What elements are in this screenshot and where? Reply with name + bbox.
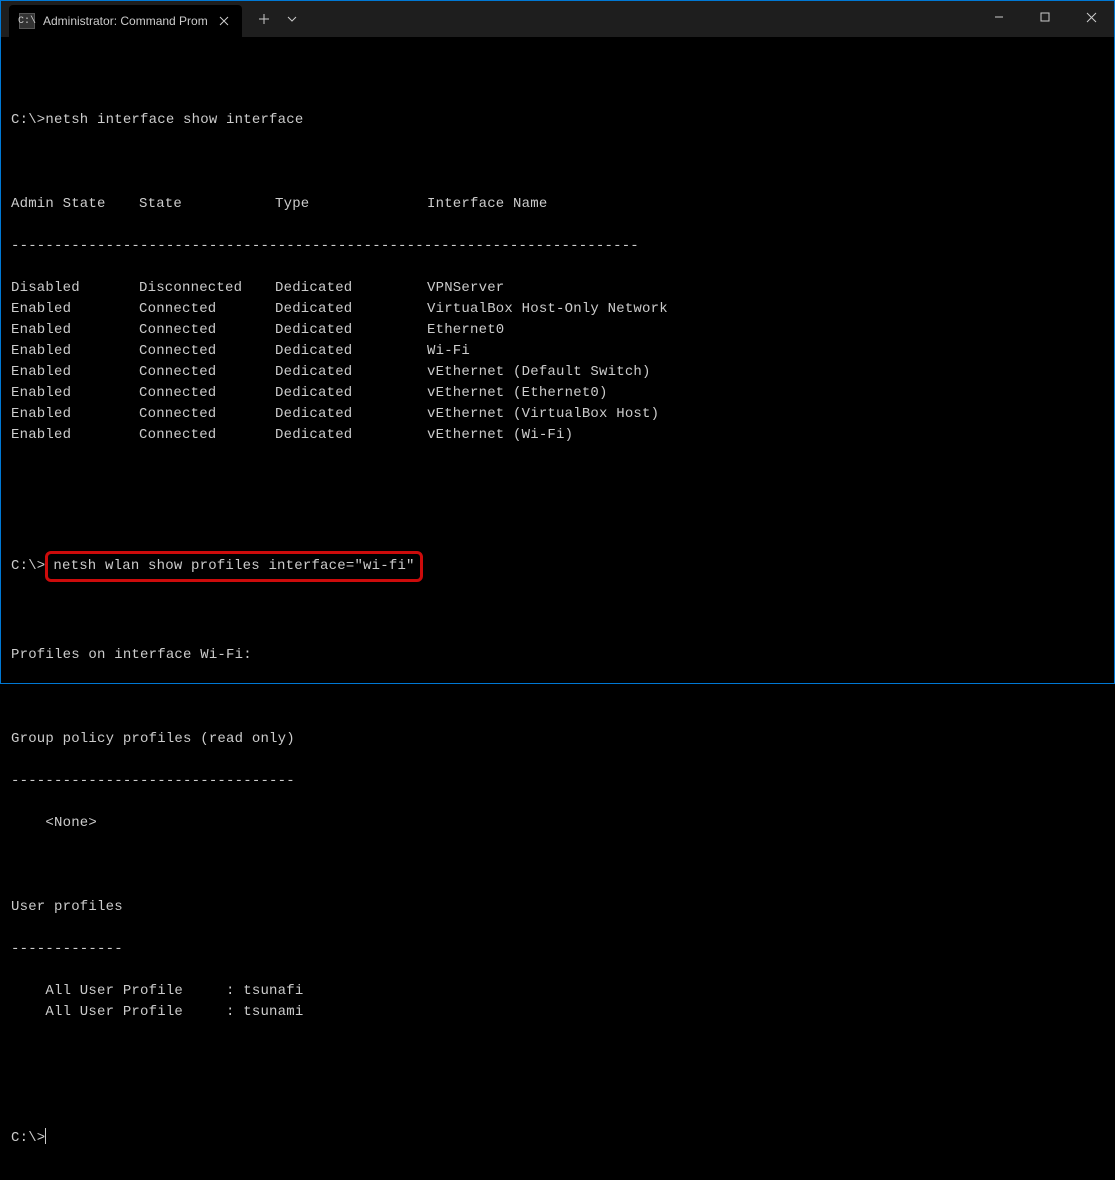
- output-line: [11, 68, 1104, 89]
- divider: ----------------------------------------…: [11, 236, 1104, 257]
- close-tab-icon[interactable]: [216, 13, 232, 29]
- user-profile-rows: All User Profile : tsunafi All User Prof…: [11, 981, 1104, 1023]
- output-line: [11, 1086, 1104, 1107]
- list-item: All User Profile : tsunami: [11, 1002, 1104, 1023]
- table-header: Admin StateStateTypeInterface Name: [11, 194, 1104, 215]
- output-line: [11, 467, 1104, 488]
- command-text: netsh interface show interface: [45, 112, 303, 128]
- cursor: [45, 1128, 46, 1144]
- prompt: C:\>: [11, 558, 45, 574]
- terminal-tab[interactable]: C:\ Administrator: Command Prom: [9, 5, 242, 37]
- maximize-button[interactable]: [1022, 1, 1068, 33]
- prompt: C:\>: [11, 1130, 45, 1146]
- table-row: EnabledConnectedDedicatedVirtualBox Host…: [11, 299, 1104, 320]
- profiles-header: Profiles on interface Wi-Fi:: [11, 645, 1104, 666]
- output-line: [11, 603, 1104, 624]
- window-controls: [976, 1, 1114, 33]
- cmd-icon: C:\: [19, 13, 35, 29]
- divider: -------------: [11, 939, 1104, 960]
- group-policy-header: Group policy profiles (read only): [11, 729, 1104, 750]
- output-line: [11, 687, 1104, 708]
- command-line-2: C:\>netsh wlan show profiles interface="…: [11, 551, 1104, 582]
- command-line-1: C:\>netsh interface show interface: [11, 110, 1104, 131]
- table-row: EnabledConnectedDedicatedvEthernet (Wi-F…: [11, 425, 1104, 446]
- output-line: [11, 1044, 1104, 1065]
- output-line: [11, 855, 1104, 876]
- table-row: EnabledConnectedDedicatedEthernet0: [11, 320, 1104, 341]
- close-button[interactable]: [1068, 1, 1114, 33]
- titlebar: C:\ Administrator: Command Prom: [1, 1, 1114, 37]
- current-prompt: C:\>: [11, 1128, 1104, 1149]
- prompt: C:\>: [11, 112, 45, 128]
- user-profiles-header: User profiles: [11, 897, 1104, 918]
- table-row: EnabledConnectedDedicatedWi-Fi: [11, 341, 1104, 362]
- none-text: <None>: [11, 813, 1104, 834]
- output-line: [11, 509, 1104, 530]
- table-row: EnabledConnectedDedicatedvEthernet (Ethe…: [11, 383, 1104, 404]
- list-item: All User Profile : tsunafi: [11, 981, 1104, 1002]
- table-row: EnabledConnectedDedicatedvEthernet (Virt…: [11, 404, 1104, 425]
- tab-dropdown-icon[interactable]: [278, 5, 306, 33]
- table-row: DisabledDisconnectedDedicatedVPNServer: [11, 278, 1104, 299]
- table-row: EnabledConnectedDedicatedvEthernet (Defa…: [11, 362, 1104, 383]
- tab-title: Administrator: Command Prom: [43, 14, 208, 28]
- interface-rows: DisabledDisconnectedDedicatedVPNServerEn…: [11, 278, 1104, 446]
- divider: ---------------------------------: [11, 771, 1104, 792]
- new-tab-button[interactable]: [250, 5, 278, 33]
- output-line: [11, 152, 1104, 173]
- minimize-button[interactable]: [976, 1, 1022, 33]
- highlighted-command: netsh wlan show profiles interface="wi-f…: [45, 551, 422, 582]
- terminal-output[interactable]: C:\>netsh interface show interface Admin…: [1, 37, 1114, 1180]
